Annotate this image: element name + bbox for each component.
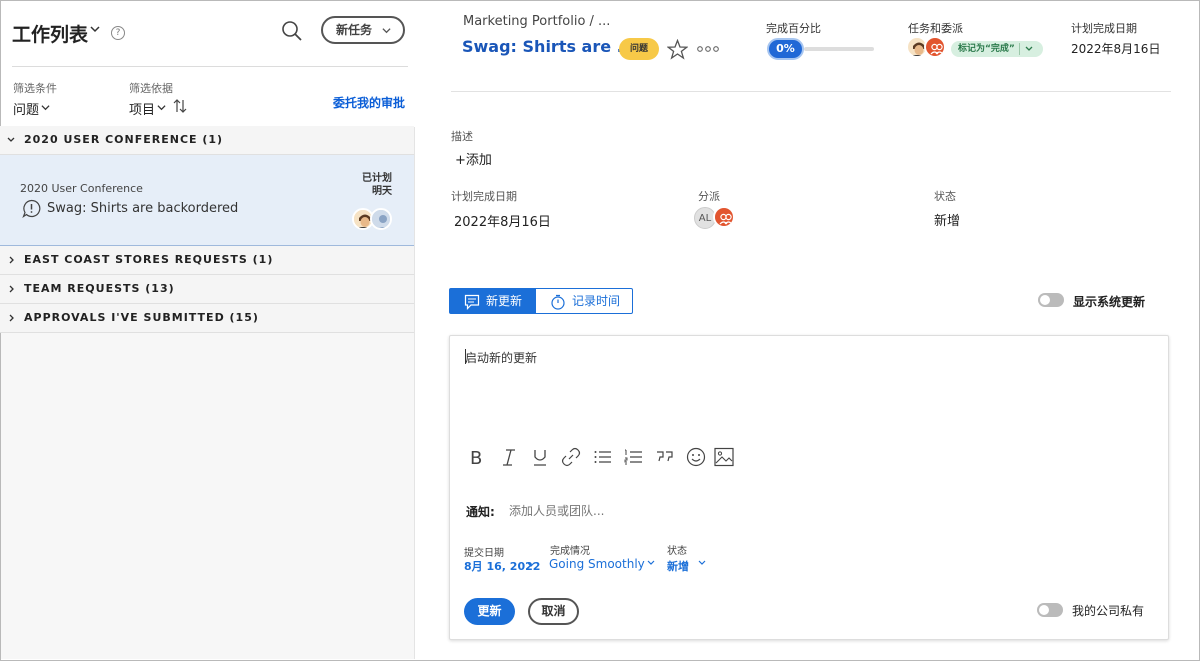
divider: [1019, 43, 1020, 55]
status-dropdown[interactable]: 新增: [667, 558, 689, 574]
group-header[interactable]: 2020 USER CONFERENCE (1): [0, 126, 414, 155]
filter-dropdown[interactable]: 问题: [13, 99, 39, 118]
image-icon[interactable]: [714, 447, 734, 467]
notify-input[interactable]: [509, 504, 709, 518]
divider: [451, 91, 1171, 92]
status-field[interactable]: 新增: [934, 210, 960, 229]
planned-date-field[interactable]: 2022年8月16日: [454, 211, 551, 230]
status-label: 状态: [934, 190, 956, 203]
chevron-down-icon[interactable]: [1025, 45, 1033, 53]
bullet-list-icon[interactable]: [593, 447, 613, 467]
page-title[interactable]: Swag: Shirts are ...: [462, 37, 635, 56]
notify-label: 通知:: [466, 505, 495, 519]
worklist-title[interactable]: 工作列表: [12, 20, 88, 47]
update-editor: [449, 335, 1169, 640]
chevron-down-icon: [7, 137, 15, 142]
status-label: 状态: [667, 546, 687, 557]
team-avatar[interactable]: [924, 36, 946, 58]
underline-icon[interactable]: [530, 447, 550, 467]
planned-date-value[interactable]: 2022年8月16日: [1071, 40, 1160, 57]
chevron-right-icon: [9, 314, 14, 322]
mark-done-label: 标记为“完成”: [958, 44, 1015, 54]
chevron-down-icon[interactable]: [527, 561, 535, 569]
show-system-updates-label: 显示系统更新: [1073, 295, 1146, 309]
group-header[interactable]: APPROVALS I'VE SUBMITTED (15): [0, 304, 414, 333]
submit-date-label: 提交日期: [464, 548, 504, 559]
delegate-approvals-link[interactable]: 委托我的审批: [333, 94, 405, 111]
comment-icon: [464, 294, 480, 310]
cancel-button[interactable]: 取消: [528, 598, 579, 625]
group-header[interactable]: EAST COAST STORES REQUESTS (1): [0, 246, 414, 275]
chevron-down-icon[interactable]: [157, 103, 166, 112]
private-label: 我的公司私有: [1072, 604, 1145, 618]
new-task-label: 新任务: [336, 23, 373, 37]
help-icon[interactable]: ?: [111, 26, 125, 40]
chevron-down-icon[interactable]: [647, 559, 655, 567]
new-task-button[interactable]: 新任务: [321, 16, 405, 44]
mark-done-button[interactable]: 标记为“完成”: [951, 41, 1043, 57]
percent-complete-bar: [804, 47, 874, 51]
emoji-icon[interactable]: [686, 447, 706, 467]
group-by-label: 筛选依据: [129, 82, 173, 95]
sort-icon[interactable]: [173, 98, 187, 114]
stopwatch-icon: [551, 294, 565, 310]
bold-icon[interactable]: B: [467, 447, 487, 467]
avatar: [370, 208, 392, 230]
team-avatar[interactable]: [713, 206, 735, 228]
show-system-updates-toggle[interactable]: [1038, 293, 1064, 307]
item-status-line: 明天: [372, 186, 392, 197]
chevron-down-icon[interactable]: [90, 24, 100, 34]
percent-complete-label: 完成百分比: [766, 22, 821, 35]
update-text-input[interactable]: 启动新的更新: [465, 349, 537, 366]
tab-label: 新更新: [486, 294, 523, 308]
link-icon[interactable]: [561, 447, 581, 467]
group-label: TEAM REQUESTS (13): [24, 282, 175, 295]
text-cursor: [465, 349, 466, 364]
group-label: 2020 USER CONFERENCE (1): [24, 133, 224, 146]
breadcrumb[interactable]: Marketing Portfolio / ...: [463, 14, 610, 29]
group-header[interactable]: TEAM REQUESTS (13): [0, 275, 414, 304]
quote-icon[interactable]: [655, 447, 675, 467]
star-icon[interactable]: [667, 39, 688, 60]
numbered-list-icon[interactable]: [624, 447, 644, 467]
search-icon[interactable]: [281, 20, 303, 42]
item-project: 2020 User Conference: [20, 182, 143, 195]
tab-log-time[interactable]: 记录时间: [535, 288, 633, 314]
chevron-down-icon[interactable]: [41, 103, 50, 112]
divider: [12, 66, 408, 67]
condition-dropdown[interactable]: Going Smoothly: [549, 557, 645, 571]
tab-new-update[interactable]: 新更新: [449, 288, 536, 314]
assignments-label: 任务和委派: [908, 22, 963, 35]
percent-complete-value[interactable]: 0%: [767, 38, 804, 60]
private-toggle[interactable]: [1037, 603, 1063, 617]
planned-date-label: 计划完成日期: [1071, 22, 1137, 35]
group-by-dropdown[interactable]: 项目: [129, 99, 155, 118]
assign-label: 分派: [698, 190, 720, 203]
item-title[interactable]: Swag: Shirts are backordered: [47, 201, 238, 216]
description-label: 描述: [451, 130, 473, 143]
svg-text:B: B: [470, 448, 482, 467]
chevron-down-icon[interactable]: [698, 559, 706, 567]
chevron-right-icon: [9, 256, 14, 264]
chevron-right-icon: [9, 285, 14, 293]
more-icon[interactable]: [697, 44, 719, 54]
italic-icon[interactable]: [499, 447, 519, 467]
filter-label: 筛选条件: [13, 82, 57, 95]
item-status: 已计划 明天: [340, 172, 392, 198]
item-status-line: 已计划: [362, 173, 392, 184]
add-description-link[interactable]: +添加: [455, 149, 492, 168]
issue-type-badge: 问题: [619, 38, 659, 60]
issue-icon: [22, 199, 41, 218]
tab-label: 记录时间: [572, 294, 621, 308]
update-button[interactable]: 更新: [464, 598, 515, 625]
planned-date-label: 计划完成日期: [451, 190, 517, 203]
chevron-down-icon: [382, 28, 391, 34]
group-label: APPROVALS I'VE SUBMITTED (15): [24, 311, 259, 324]
condition-label: 完成情况: [550, 546, 590, 557]
group-label: EAST COAST STORES REQUESTS (1): [24, 253, 274, 266]
